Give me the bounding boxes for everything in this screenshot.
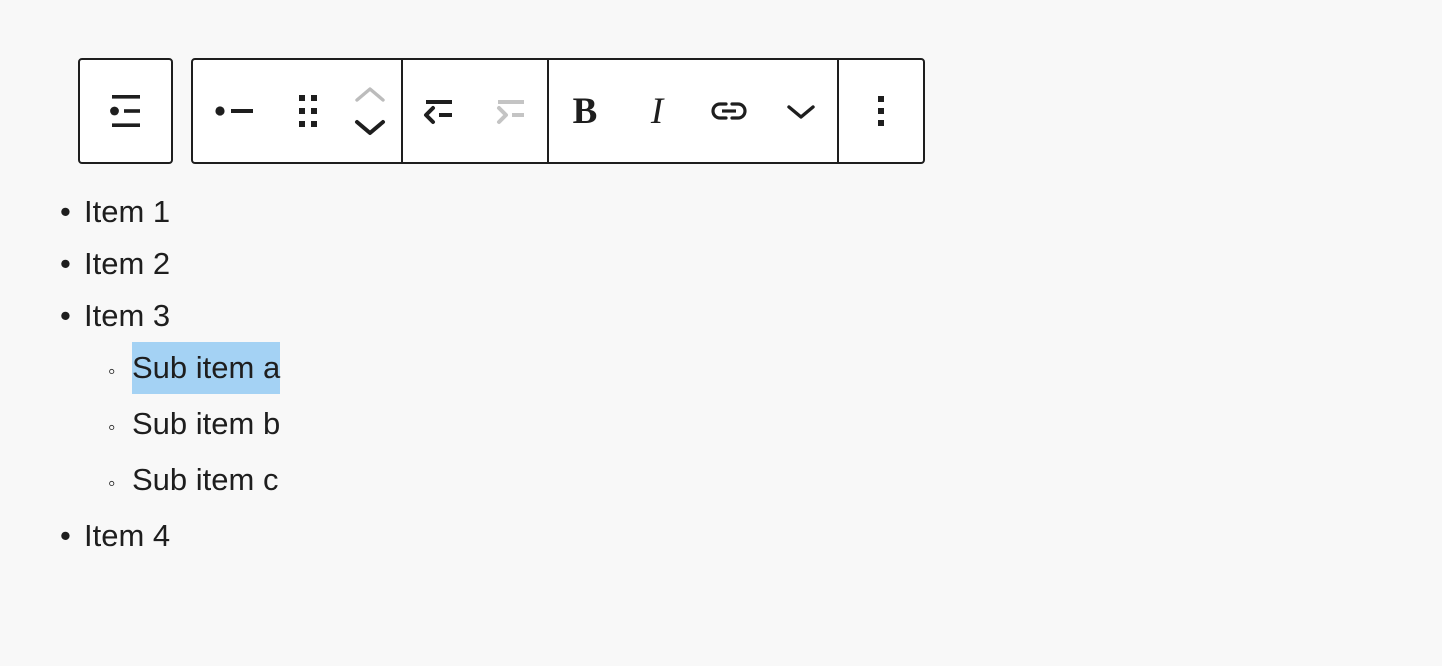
outdent-button[interactable]: [403, 60, 475, 162]
bullet-marker-icon: •: [60, 246, 71, 281]
change-block-type-button[interactable]: [193, 60, 277, 162]
list-item-text-selected: Sub item a: [132, 342, 281, 394]
outdent-icon: [418, 94, 460, 128]
editor-content: • Item 1 • Item 2 • Item 3 ◦ Sub item a …: [60, 186, 960, 562]
move-buttons: [339, 60, 401, 162]
toolbar-main: B I: [191, 58, 925, 164]
bullet-marker-icon: •: [60, 518, 71, 553]
bullet-list-icon: [212, 99, 258, 123]
list-item-text: Item 2: [84, 246, 171, 281]
indent-icon: [490, 94, 532, 128]
toolbar-group-block-controls: [193, 60, 401, 162]
chevron-up-icon: [352, 85, 388, 105]
indent-button[interactable]: [475, 60, 547, 162]
list-item[interactable]: • Item 1: [60, 186, 960, 238]
block-type-button[interactable]: [78, 58, 173, 164]
bullet-marker-icon: ◦: [108, 416, 116, 439]
list-item-text: Item 3: [84, 298, 171, 333]
italic-button[interactable]: I: [621, 60, 693, 162]
move-down-button[interactable]: [352, 116, 388, 138]
toolbar-group-indentation: [401, 60, 547, 162]
list-item-text: Sub item b: [132, 406, 281, 441]
block-toolbar: B I: [78, 58, 925, 164]
bullet-marker-icon: •: [60, 194, 71, 229]
bullet-marker-icon: ◦: [108, 472, 116, 495]
nested-list-container: ◦ Sub item a ◦ Sub item b ◦ Sub item c: [60, 342, 960, 510]
bullet-marker-icon: •: [60, 298, 71, 333]
italic-icon: I: [650, 90, 664, 132]
bullet-marker-icon: ◦: [108, 360, 116, 383]
list-item[interactable]: ◦ Sub item c: [60, 454, 960, 510]
link-icon: [706, 96, 752, 126]
nested-bullet-list: ◦ Sub item a ◦ Sub item b ◦ Sub item c: [60, 342, 960, 510]
bold-button[interactable]: B: [549, 60, 621, 162]
drag-handle-icon: [296, 92, 320, 130]
toolbar-group-text-formatting: B I: [547, 60, 837, 162]
block-options-button[interactable]: [839, 60, 923, 162]
list-item[interactable]: • Item 3: [60, 290, 960, 342]
list-item[interactable]: • Item 2: [60, 238, 960, 290]
list-item-text: Item 4: [84, 518, 171, 553]
move-up-button[interactable]: [352, 84, 388, 106]
list-view-icon: [103, 92, 149, 130]
bold-icon: B: [572, 90, 598, 132]
more-vertical-icon: [874, 92, 888, 130]
chevron-down-icon: [783, 101, 819, 121]
chevron-down-icon: [352, 117, 388, 137]
list-item[interactable]: • Item 4: [60, 510, 960, 562]
list-item-text: Sub item c: [132, 462, 279, 497]
bullet-list: • Item 1 • Item 2 • Item 3 ◦ Sub item a …: [60, 186, 960, 562]
link-button[interactable]: [693, 60, 765, 162]
list-item[interactable]: ◦ Sub item b: [60, 398, 960, 454]
more-rich-text-controls-button[interactable]: [765, 60, 837, 162]
list-item-text: Item 1: [84, 194, 171, 229]
toolbar-group-block-options: [837, 60, 923, 162]
list-item[interactable]: ◦ Sub item a: [60, 342, 960, 398]
drag-handle-button[interactable]: [277, 60, 339, 162]
